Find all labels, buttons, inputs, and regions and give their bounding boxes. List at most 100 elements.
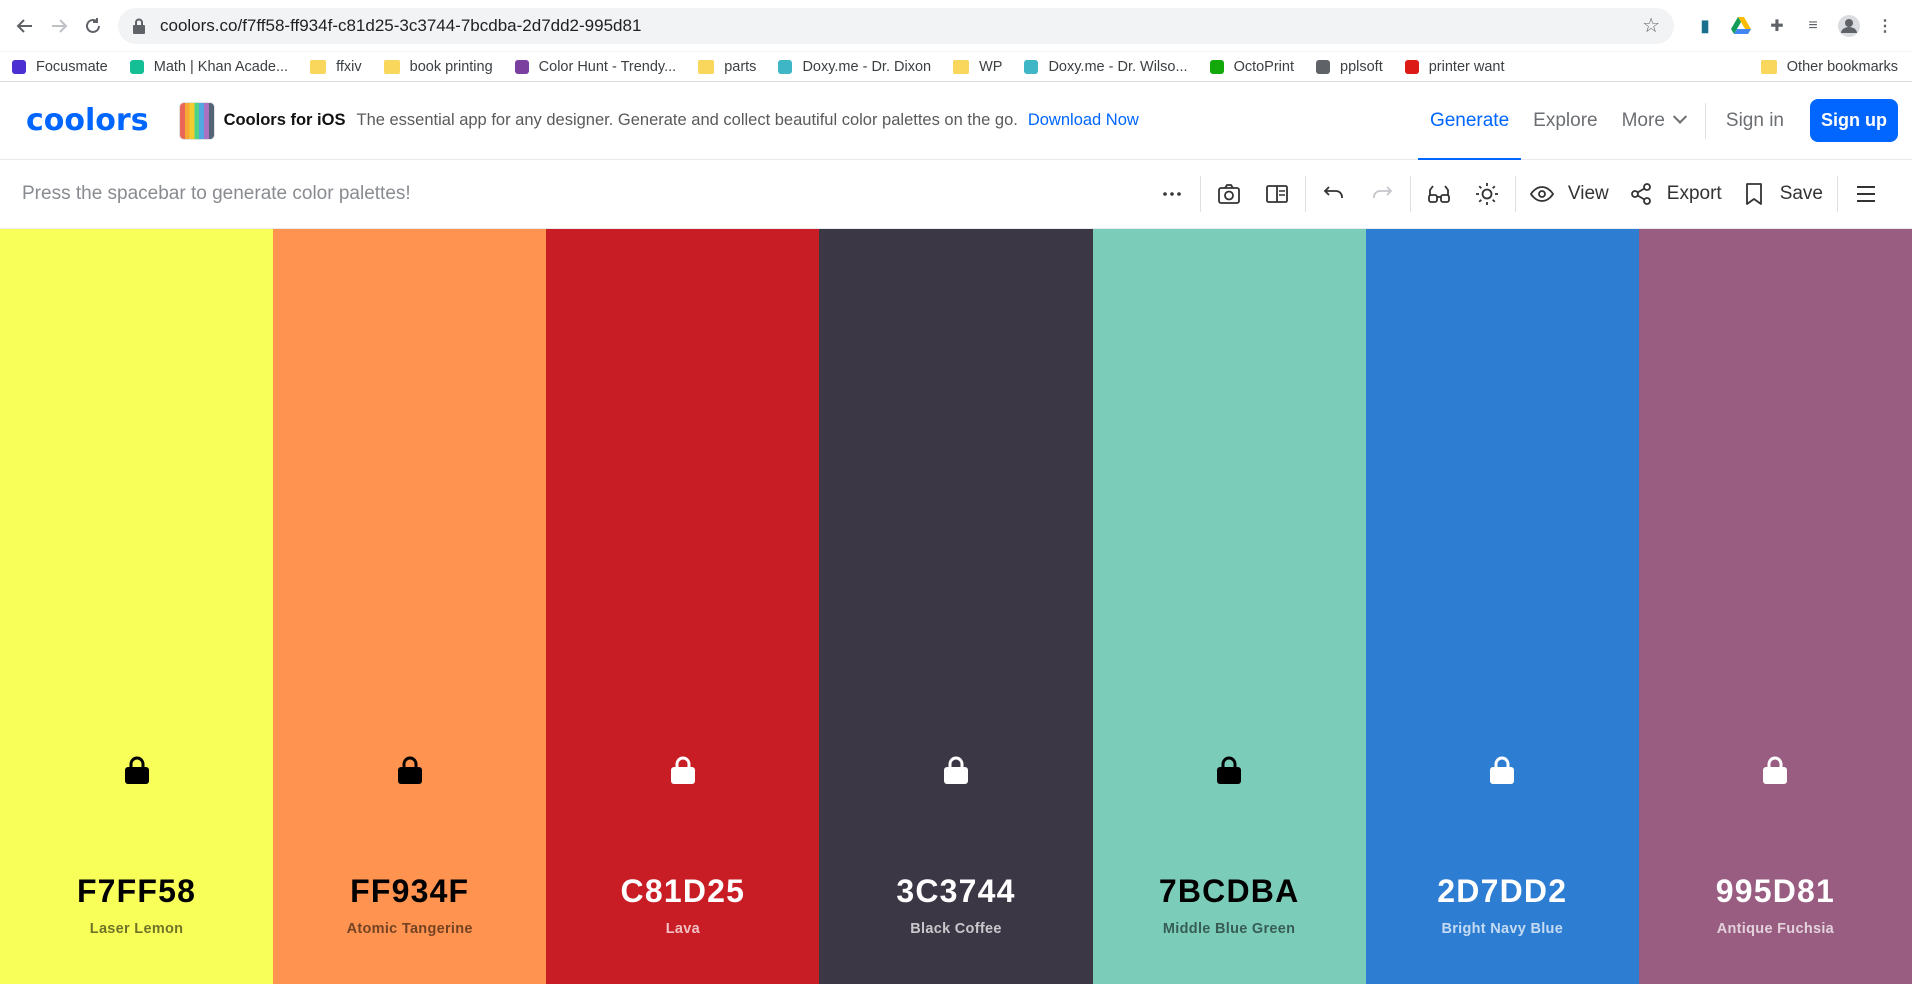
bookmark-label: Doxy.me - Dr. Wilso... xyxy=(1048,58,1188,75)
lock-icon[interactable] xyxy=(1216,755,1242,785)
nav-generate[interactable]: Generate xyxy=(1417,82,1522,160)
arrow-right-icon xyxy=(52,18,68,33)
bookmark-item[interactable]: Math | Khan Acade... xyxy=(129,58,289,75)
save-button[interactable]: Save xyxy=(1732,170,1833,218)
toolbar-divider xyxy=(1199,176,1201,212)
media-control-icon[interactable]: ≡ xyxy=(1802,15,1824,37)
bookmark-item[interactable]: Doxy.me - Dr. Wilso... xyxy=(1024,58,1188,75)
site-favicon-icon xyxy=(1024,59,1039,74)
bookmark-item[interactable]: Focusmate xyxy=(12,59,108,75)
bookmark-star-icon[interactable]: ☆ xyxy=(1642,13,1660,38)
undo-icon xyxy=(1323,186,1343,198)
chrome-menu-icon[interactable]: ⋮ xyxy=(1874,15,1896,37)
lock-icon[interactable] xyxy=(397,755,423,785)
export-button[interactable]: Export xyxy=(1619,170,1732,218)
color-name: Lava xyxy=(665,921,700,937)
redo-button[interactable] xyxy=(1358,170,1406,218)
undo-button[interactable] xyxy=(1310,170,1358,218)
coolors-logo[interactable]: coolors xyxy=(26,103,149,138)
lock-icon[interactable] xyxy=(124,755,150,785)
lock-icon[interactable] xyxy=(670,755,696,785)
color-blindness-button[interactable] xyxy=(1415,170,1463,218)
screenshot-button[interactable] xyxy=(1205,170,1253,218)
bookmark-item[interactable]: pplsoft xyxy=(1316,59,1383,75)
profile-avatar-icon[interactable] xyxy=(1838,14,1860,37)
bookmark-label: Math | Khan Acade... xyxy=(153,58,289,75)
url-bar[interactable]: coolors.co/f7ff58-ff934f-c81d25-3c3744-7… xyxy=(118,7,1674,44)
color-swatch[interactable]: 2D7DD2 Bright Navy Blue xyxy=(1365,229,1639,984)
other-bookmarks[interactable]: Other bookmarks xyxy=(1760,59,1898,75)
lock-icon xyxy=(133,18,145,34)
reload-button[interactable] xyxy=(76,9,110,43)
lock-icon[interactable] xyxy=(1762,755,1788,785)
hex-code[interactable]: F7FF58 xyxy=(77,873,196,910)
color-name: Black Coffee xyxy=(910,921,1002,937)
share-icon xyxy=(1630,183,1651,205)
site-favicon-icon xyxy=(1316,59,1330,74)
lock-icon[interactable] xyxy=(1489,755,1515,785)
spacebar-hint: Press the spacebar to generate color pal… xyxy=(22,183,411,204)
back-button[interactable] xyxy=(8,9,42,43)
hamburger-icon xyxy=(1857,186,1875,202)
bookmark-item[interactable]: book printing xyxy=(383,58,493,75)
site-favicon-icon xyxy=(129,59,144,74)
save-label: Save xyxy=(1779,183,1823,204)
color-name: Bright Navy Blue xyxy=(1441,921,1564,937)
bookmark-item[interactable]: OctoPrint xyxy=(1209,58,1294,75)
adjust-palette-button[interactable] xyxy=(1463,170,1511,218)
bookmark-label: OctoPrint xyxy=(1233,58,1294,75)
color-name: Middle Blue Green xyxy=(1162,921,1296,937)
color-swatch[interactable]: C81D25 Lava xyxy=(546,229,820,984)
view-label: View xyxy=(1567,183,1609,204)
menu-button[interactable] xyxy=(1842,170,1890,218)
puzzle-icon[interactable]: ✚ xyxy=(1766,15,1788,37)
nav-explore[interactable]: Explore xyxy=(1521,82,1609,159)
bookmark-item[interactable]: WP xyxy=(953,59,1002,75)
color-swatch[interactable]: F7FF58 Laser Lemon xyxy=(0,229,274,984)
lock-icon[interactable] xyxy=(943,755,969,785)
ios-app-thumbnail xyxy=(178,101,215,140)
sign-up-button[interactable]: Sign up xyxy=(1810,99,1898,142)
toggle-layout-button[interactable] xyxy=(1253,170,1301,218)
bookmark-item[interactable]: Doxy.me - Dr. Dixon xyxy=(778,59,931,75)
color-palette: F7FF58 Laser Lemon FF934F Atomic Tangerine C… xyxy=(0,229,1912,984)
download-now-link[interactable]: Download Now xyxy=(1028,111,1139,130)
bookmark-label: printer want xyxy=(1428,58,1505,75)
generator-toolbar: Press the spacebar to generate color pal… xyxy=(0,160,1912,229)
browser-address-bar: coolors.co/f7ff58-ff934f-c81d25-3c3744-7… xyxy=(0,0,1912,52)
folder-icon xyxy=(953,59,970,74)
google-drive-icon[interactable] xyxy=(1730,15,1752,37)
toolbar-divider xyxy=(1304,176,1306,212)
arrow-left-icon xyxy=(16,18,32,33)
eye-icon xyxy=(1529,186,1554,202)
export-label: Export xyxy=(1666,183,1722,204)
view-button[interactable]: View xyxy=(1520,170,1619,218)
hex-code[interactable]: C81D25 xyxy=(621,873,746,910)
hex-code[interactable]: 2D7DD2 xyxy=(1437,873,1567,910)
forward-button[interactable] xyxy=(42,9,76,43)
hex-code[interactable]: 7BCDBA xyxy=(1159,873,1300,910)
more-options-button[interactable] xyxy=(1148,170,1196,218)
nav-more[interactable]: More xyxy=(1610,82,1697,159)
extension-icon[interactable]: ▮ xyxy=(1694,15,1716,37)
color-swatch[interactable]: FF934F Atomic Tangerine xyxy=(273,229,547,984)
redo-icon xyxy=(1373,186,1393,198)
hex-code[interactable]: 995D81 xyxy=(1716,873,1835,910)
main-nav: Generate Explore More Sign in Sign up xyxy=(1417,82,1898,160)
color-swatch[interactable]: 7BCDBA Middle Blue Green xyxy=(1092,229,1366,984)
bookmark-label: WP xyxy=(979,58,1003,75)
ios-promo-title: Coolors for iOS xyxy=(223,111,346,129)
hex-code[interactable]: FF934F xyxy=(350,873,469,910)
color-swatch[interactable]: 995D81 Antique Fuchsia xyxy=(1638,229,1912,984)
columns-icon xyxy=(1266,185,1288,203)
bookmark-item[interactable]: Color Hunt - Trendy... xyxy=(514,59,676,75)
folder-icon xyxy=(383,59,400,74)
color-swatch[interactable]: 3C3744 Black Coffee xyxy=(819,229,1093,984)
hex-code[interactable]: 3C3744 xyxy=(896,873,1015,910)
bookmark-label: book printing xyxy=(409,58,493,75)
url-text: coolors.co/f7ff58-ff934f-c81d25-3c3744-7… xyxy=(160,15,642,35)
bookmark-item[interactable]: printer want xyxy=(1404,58,1505,75)
sign-in-link[interactable]: Sign in xyxy=(1714,82,1796,159)
bookmark-item[interactable]: ffxiv xyxy=(310,59,362,75)
bookmark-item[interactable]: parts xyxy=(698,59,756,75)
